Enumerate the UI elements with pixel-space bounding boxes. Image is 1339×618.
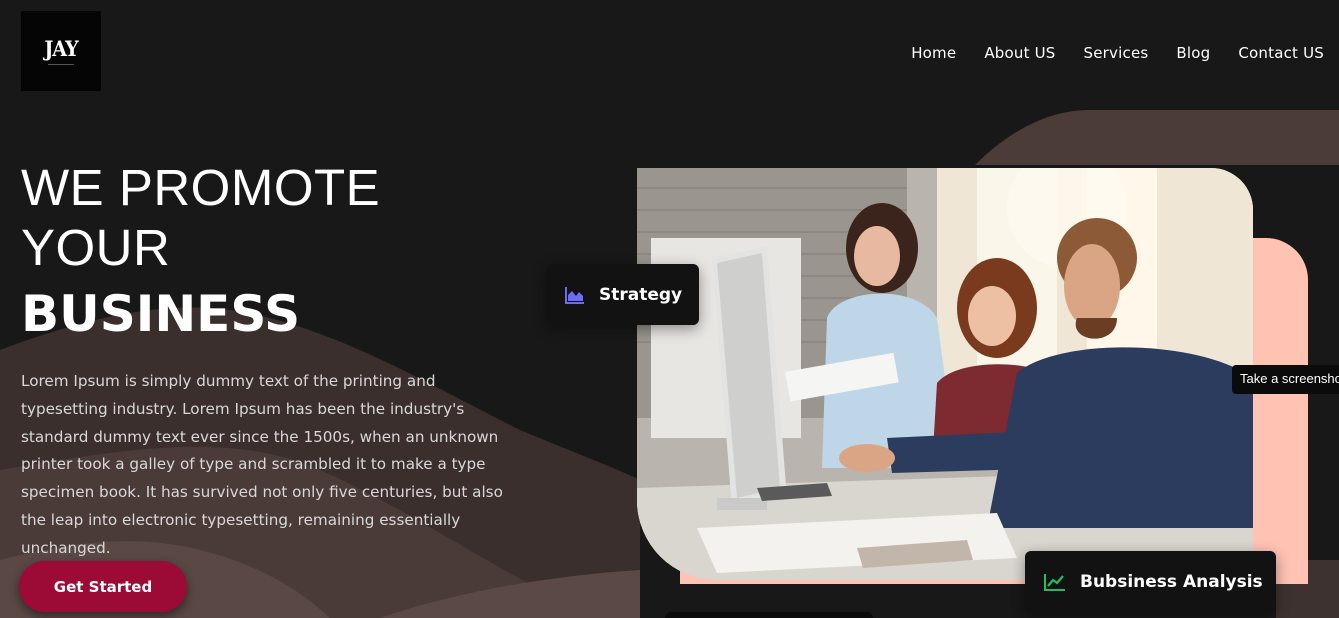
area-chart-icon [565, 286, 584, 304]
business-analysis-label: Bubsiness Analysis [1080, 571, 1263, 592]
office-team-illustration [637, 168, 1253, 580]
nav-item-blog[interactable]: Blog [1176, 44, 1210, 62]
strategy-badge[interactable]: Strategy [547, 264, 699, 325]
nav-item-home[interactable]: Home [911, 44, 956, 62]
bottom-card-edge [665, 612, 873, 618]
get-started-button[interactable]: Get Started [19, 561, 187, 612]
logo-underline [48, 63, 74, 65]
nav-item-contact[interactable]: Contact US [1238, 44, 1324, 62]
brand-logo[interactable]: JAY [21, 11, 101, 91]
hero-headline-line1: WE PROMOTE YOUR [21, 159, 381, 276]
hero-description: Lorem Ipsum is simply dummy text of the … [21, 372, 503, 557]
screenshot-tooltip: Take a screenshot [1232, 365, 1339, 394]
business-analysis-badge[interactable]: Bubsiness Analysis [1025, 551, 1276, 612]
main-nav: Home About US Services Blog Contact US [911, 44, 1324, 62]
nav-item-services[interactable]: Services [1084, 44, 1149, 62]
nav-item-about[interactable]: About US [984, 44, 1055, 62]
strategy-label: Strategy [599, 284, 683, 305]
hero-headline-line2: BUSINESS [21, 285, 301, 343]
logo-text: JAY [44, 35, 78, 62]
line-chart-icon [1044, 573, 1065, 591]
hero-text: WE PROMOTE YOUR BUSINESS Lorem Ipsum is … [21, 158, 541, 563]
hero-photo [637, 168, 1253, 580]
